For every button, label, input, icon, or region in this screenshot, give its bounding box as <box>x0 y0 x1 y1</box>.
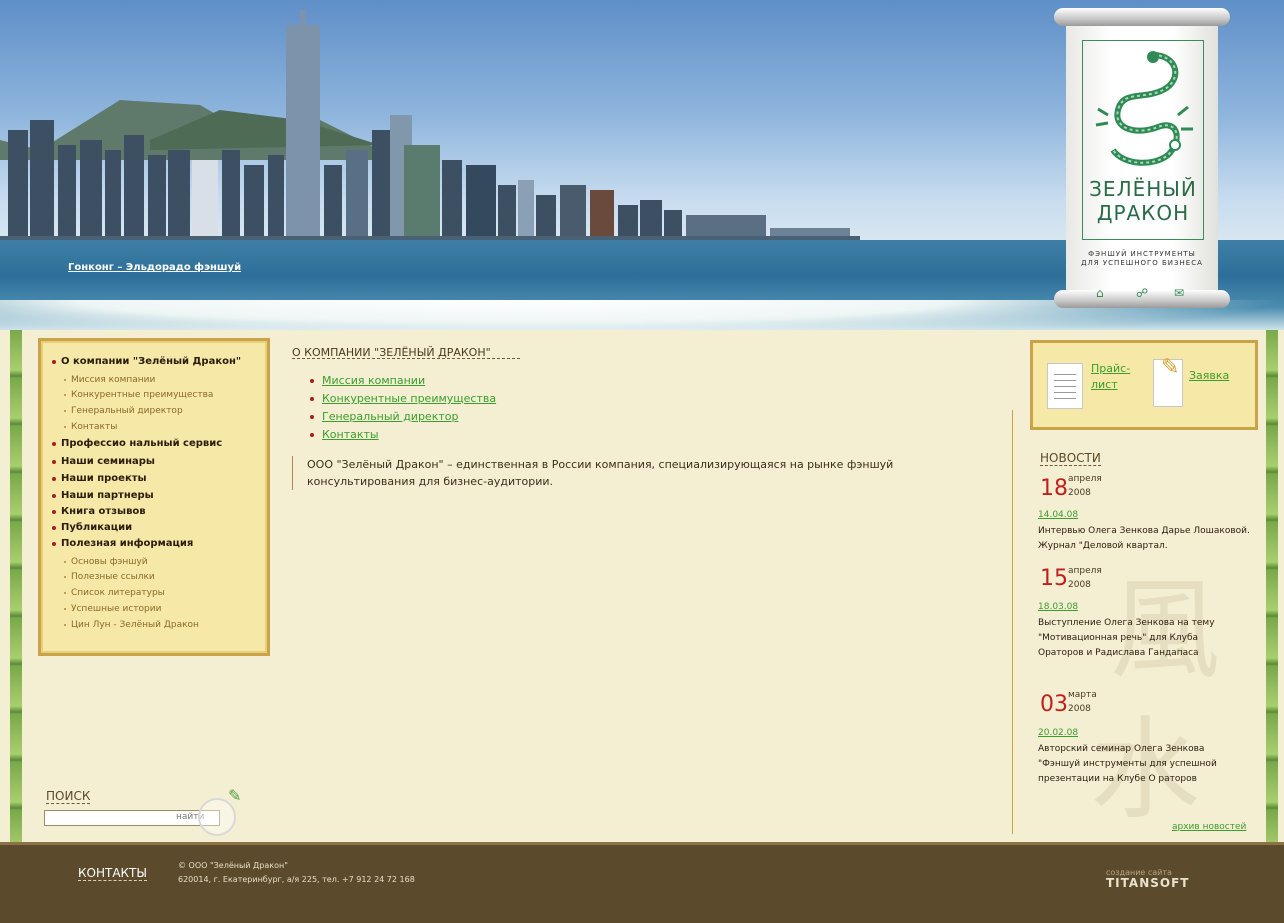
mail-icon[interactable]: ✉ <box>1174 286 1184 300</box>
news-title: НОВОСТИ <box>1040 451 1101 466</box>
sidebar-subitem-qing-long[interactable]: Цин Лун - Зелёный Дракон <box>64 620 199 630</box>
news-day: 03 <box>1040 692 1068 717</box>
bullet-icon <box>310 379 314 383</box>
news-month: марта <box>1068 690 1097 700</box>
footer-copyright: © ООО "Зелёный Дракон" <box>178 861 288 870</box>
home-icon[interactable]: ⌂ <box>1096 286 1104 300</box>
sidebar-subitem-useful-links[interactable]: Полезные ссылки <box>64 572 155 582</box>
developer-logo[interactable]: TITANSOFT <box>1106 876 1189 890</box>
sidebar-subitem-fengshui-basics[interactable]: Основы фэншуй <box>64 557 148 567</box>
pencil-icon: ✎ <box>1161 355 1180 380</box>
document-icon[interactable] <box>1047 363 1083 409</box>
content-link-director[interactable]: Генеральный директор <box>322 410 458 423</box>
sidebar-item-partners[interactable]: Наши партнеры <box>52 490 154 501</box>
bullet-icon <box>310 433 314 437</box>
logo-subtitle-line2: ДЛЯ УСПЕШНОГО БИЗНЕСА <box>1081 259 1203 267</box>
search-title: ПОИСК <box>46 789 91 804</box>
logo-subtitle-line1: ФЭНШУЙ ИНСТРУМЕНТЫ <box>1088 250 1196 258</box>
sidebar-subitem-contacts[interactable]: Контакты <box>63 422 117 432</box>
header-caption-link[interactable]: Гонконг – Эльдорадо фэншуй <box>68 262 241 273</box>
sidebar-subitem-mission[interactable]: Миссия компании <box>63 375 155 385</box>
news-date-link[interactable]: 18.03.08 <box>1038 602 1078 612</box>
news-year: 2008 <box>1068 704 1091 714</box>
price-list-link[interactable]: Прайс-лист <box>1091 361 1141 393</box>
sidebar-item-useful-info[interactable]: Полезная информация <box>51 538 193 549</box>
logo-scroll: ЗЕЛЁНЫЙ ДРАКОН ФЭНШУЙ ИНСТРУМЕНТЫ ДЛЯ УС… <box>1054 8 1230 308</box>
news-day: 15 <box>1040 566 1068 591</box>
logo-title-line2: ДРАКОН <box>1096 201 1190 225</box>
news-text: Интервью Олега Зенкова Дарье Лошаковой. … <box>1038 526 1250 551</box>
bullet-icon <box>310 397 314 401</box>
page-title-underline <box>292 358 520 359</box>
sitemap-icon[interactable]: ☍ <box>1136 286 1148 300</box>
bamboo-left-decoration <box>10 330 22 920</box>
sidebar-subitem-literature[interactable]: Список литературы <box>64 588 165 598</box>
news-month: апреля <box>1068 474 1102 484</box>
sidebar-subitem-advantages[interactable]: Конкурентные преимущества <box>63 390 213 400</box>
sidebar-item-publications[interactable]: Публикации <box>51 522 132 533</box>
sidebar-subitem-director[interactable]: Генеральный директор <box>64 406 183 416</box>
footer-address: 620014, г. Екатеринбург, а/я 225, тел. +… <box>178 875 415 884</box>
footer-contacts-link[interactable]: КОНТАКТЫ <box>78 866 147 881</box>
news-year: 2008 <box>1068 580 1091 590</box>
content-link-contacts[interactable]: Контакты <box>322 428 379 441</box>
logo-title-line1: ЗЕЛЁНЫЙ <box>1089 177 1197 201</box>
company-description: ООО "Зелёный Дракон" – единственная в Ро… <box>292 456 947 490</box>
bamboo-right-decoration <box>1266 330 1278 920</box>
price-order-box: Прайс-лист ✎ Заявка <box>1030 340 1258 430</box>
pen-icon: ✎ <box>228 786 242 805</box>
sidebar-menu: О компании "Зелёный Дракон" Миссия компа… <box>38 338 270 656</box>
news-text: Выступление Олега Зенкова на тему "Мотив… <box>1038 618 1215 658</box>
news-date-link[interactable]: 20.02.08 <box>1038 728 1078 738</box>
scroll-top-rod <box>1054 8 1230 26</box>
news-day: 18 <box>1040 476 1068 501</box>
content-link-advantages[interactable]: Конкурентные преимущества <box>322 392 496 405</box>
news-archive-link[interactable]: архив новостей <box>1172 822 1246 832</box>
sidebar-item-service[interactable]: Профессио нальный сервис <box>51 438 222 449</box>
sidebar-subitem-success-stories[interactable]: Успешные истории <box>63 604 161 614</box>
sidebar-item-reviews[interactable]: Книга отзывов <box>52 506 146 517</box>
column-divider <box>1012 410 1013 834</box>
news-text: Авторский семинар Олега Зенкова "Фэншуй … <box>1038 744 1217 784</box>
sidebar-item-about[interactable]: О компании "Зелёный Дракон" <box>51 356 241 367</box>
news-date-link[interactable]: 14.04.08 <box>1038 510 1078 520</box>
news-year: 2008 <box>1068 488 1091 498</box>
sidebar-item-seminars[interactable]: Наши семинары <box>52 456 155 467</box>
order-link[interactable]: Заявка <box>1189 369 1229 382</box>
sidebar-item-projects[interactable]: Наши проекты <box>52 473 147 484</box>
news-month: апреля <box>1068 566 1102 576</box>
dragon-icon <box>1095 51 1193 166</box>
content-link-mission[interactable]: Миссия компании <box>322 374 425 387</box>
bullet-icon <box>310 415 314 419</box>
scroll-icon-bar: ⌂ ☍ ✉ <box>1088 286 1198 302</box>
logo[interactable]: ЗЕЛЁНЫЙ ДРАКОН <box>1082 40 1204 240</box>
